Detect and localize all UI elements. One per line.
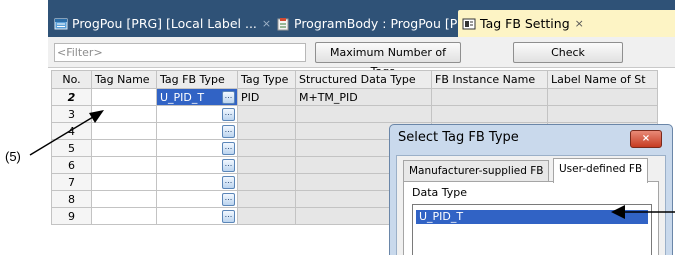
ellipsis-button[interactable]: ... <box>222 176 235 189</box>
tag-name-cell[interactable] <box>91 173 157 191</box>
tag-fb-type-cell[interactable]: ... <box>156 139 238 157</box>
ellipsis-button[interactable]: ... <box>222 108 235 121</box>
tag-name-cell[interactable] <box>91 207 157 225</box>
ellipsis-button[interactable]: ... <box>222 91 235 104</box>
tab-tag-fb-setting-text: Tag FB Setting <box>480 16 570 31</box>
tag-fb-type-value: U_PID_T <box>160 90 205 104</box>
close-icon[interactable]: × <box>262 17 271 30</box>
tag-name-cell[interactable] <box>91 156 157 174</box>
tag-name-cell[interactable] <box>91 139 157 157</box>
tag-fb-type-cell[interactable]: ... <box>156 156 238 174</box>
row-number: 2 <box>51 88 92 106</box>
tab-local-label[interactable]: ProgPou [PRG] [Local Label ... × <box>54 10 271 37</box>
tag-type-cell: PID <box>237 88 296 106</box>
dialog-body: Manufacturer-supplied FB User-defined FB… <box>396 155 666 255</box>
column-header-no[interactable]: No. <box>51 70 92 89</box>
tag-fb-type-cell[interactable]: ... <box>156 190 238 208</box>
row-number: 3 <box>51 105 92 123</box>
tag-type-cell <box>237 122 296 140</box>
column-header-fb-instance-name[interactable]: FB Instance Name <box>431 70 548 89</box>
table-header-row: No. Tag Name Tag FB Type Tag Type Struct… <box>51 70 658 89</box>
tag-toolbar: <Filter> Maximum Number of Tags... Check <box>48 37 675 78</box>
fb-instance-name-cell <box>431 88 548 106</box>
tab-user-defined-fb[interactable]: User-defined FB <box>553 158 649 183</box>
ellipsis-button[interactable]: ... <box>222 142 235 155</box>
tag-type-cell <box>237 190 296 208</box>
editor-tab-bar: ProgPou [PRG] [Local Label ... × Program… <box>48 0 675 37</box>
tab-tag-fb-setting[interactable]: Tag FB Setting × <box>458 10 675 37</box>
column-header-label-name[interactable]: Label Name of St <box>547 70 658 89</box>
ellipsis-button[interactable]: ... <box>222 193 235 206</box>
label-name-cell <box>547 105 658 123</box>
column-header-tag-fb-type[interactable]: Tag FB Type <box>156 70 238 89</box>
tag-fb-setting-icon <box>462 17 476 31</box>
list-item[interactable]: U_PID_T <box>416 210 648 224</box>
tag-fb-type-cell[interactable]: ... <box>156 122 238 140</box>
row-number: 5 <box>51 139 92 157</box>
row-number: 9 <box>51 207 92 225</box>
tag-name-cell[interactable] <box>91 190 157 208</box>
select-tag-fb-type-dialog: Select Tag FB Type × Manufacturer-suppli… <box>389 124 673 255</box>
check-button[interactable]: Check <box>513 42 623 63</box>
row-number: 4 <box>51 122 92 140</box>
filter-input[interactable]: <Filter> <box>54 43 306 62</box>
tag-fb-type-cell[interactable]: U_PID_T ... <box>156 88 238 106</box>
tab-manufacturer-supplied-fb[interactable]: Manufacturer-supplied FB <box>403 160 550 182</box>
column-header-structured-data-type[interactable]: Structured Data Type <box>295 70 432 89</box>
structured-data-type-cell: M+TM_PID <box>295 88 432 106</box>
label-name-cell <box>547 88 658 106</box>
tag-fb-type-cell[interactable]: ... <box>156 173 238 191</box>
row-number: 8 <box>51 190 92 208</box>
data-type-label: Data Type <box>412 186 468 199</box>
tag-name-cell[interactable] <box>91 122 157 140</box>
tag-name-cell[interactable] <box>91 105 157 123</box>
structured-data-type-cell <box>295 105 432 123</box>
tab-program-body-text: ProgramBody : ProgPou [PR... <box>294 16 478 31</box>
row-number: 6 <box>51 156 92 174</box>
table-row[interactable]: 2 U_PID_T ... PID M+TM_PID <box>51 88 658 106</box>
tag-type-cell <box>237 156 296 174</box>
ellipsis-button[interactable]: ... <box>222 210 235 223</box>
column-header-tag-type[interactable]: Tag Type <box>237 70 296 89</box>
tag-type-cell <box>237 105 296 123</box>
tag-fb-setting-window: ProgPou [PRG] [Local Label ... × Program… <box>48 0 675 255</box>
row-number: 7 <box>51 173 92 191</box>
ellipsis-button[interactable]: ... <box>222 159 235 172</box>
local-label-icon <box>54 17 68 31</box>
tag-name-cell[interactable] <box>91 88 157 106</box>
ellipsis-button[interactable]: ... <box>222 125 235 138</box>
close-icon[interactable]: × <box>575 17 584 30</box>
maximum-number-of-tags-button[interactable]: Maximum Number of Tags... <box>315 42 461 78</box>
tab-local-label-text: ProgPou [PRG] [Local Label ... <box>72 16 257 31</box>
tag-type-cell <box>237 207 296 225</box>
tag-type-cell <box>237 173 296 191</box>
callout-label: (5) <box>5 149 21 164</box>
data-type-list[interactable]: U_PID_T <box>412 204 652 255</box>
tag-fb-type-cell[interactable]: ... <box>156 207 238 225</box>
fb-instance-name-cell <box>431 105 548 123</box>
tag-fb-type-cell[interactable]: ... <box>156 105 238 123</box>
dialog-title: Select Tag FB Type <box>398 130 519 145</box>
user-defined-fb-panel: Data Type U_PID_T <box>403 181 659 255</box>
program-body-icon <box>276 17 290 31</box>
tag-type-cell <box>237 139 296 157</box>
column-header-tag-name[interactable]: Tag Name <box>91 70 157 89</box>
dialog-close-button[interactable]: × <box>630 130 662 148</box>
table-row[interactable]: 3 ... <box>51 105 658 123</box>
